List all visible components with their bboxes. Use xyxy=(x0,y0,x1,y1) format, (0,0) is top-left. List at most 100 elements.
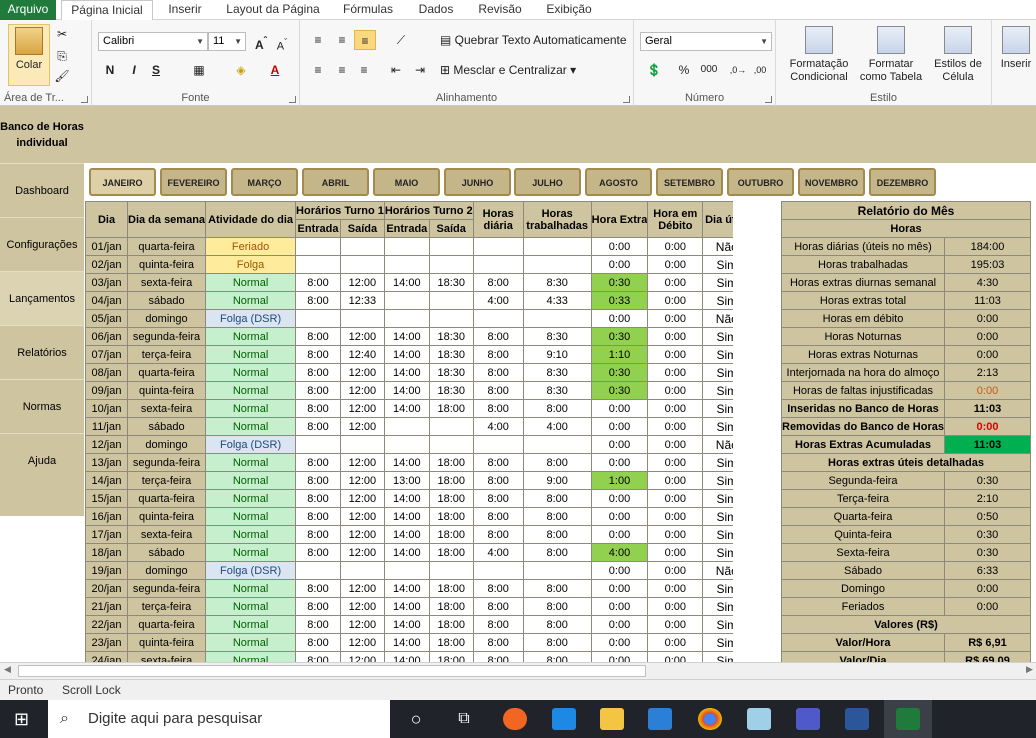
scroll-thumb[interactable] xyxy=(18,665,646,677)
excel-taskbar-active[interactable] xyxy=(884,700,932,738)
underline-button[interactable]: S xyxy=(148,60,164,80)
report-label[interactable]: Horas de faltas injustificadas xyxy=(781,381,945,400)
cell-dia-semana[interactable]: terça-feira xyxy=(126,471,207,490)
cell-atividade[interactable]: Normal xyxy=(205,597,297,616)
cell-horas-trabalhadas[interactable]: 4:00 xyxy=(522,417,592,436)
thousands-button[interactable]: 000 xyxy=(698,60,720,80)
decrease-decimal-icon[interactable]: ,00 xyxy=(750,60,770,80)
cell-dia-semana[interactable]: segunda-feira xyxy=(126,579,207,598)
cell-saida1[interactable]: 12:00 xyxy=(339,489,385,508)
header-dia-semana[interactable]: Dia da semana xyxy=(126,201,207,238)
cell-dia[interactable]: 03/jan xyxy=(85,273,128,292)
report-label[interactable]: Removidas do Banco de Horas xyxy=(781,417,945,436)
cell-entrada2[interactable]: 14:00 xyxy=(383,615,430,634)
cell-entrada2[interactable] xyxy=(383,291,430,310)
report-label[interactable]: Horas extras total xyxy=(781,291,945,310)
shrink-font-icon[interactable]: Aˇ xyxy=(274,32,290,53)
cell-dia-semana[interactable]: terça-feira xyxy=(126,597,207,616)
font-color-icon[interactable]: A xyxy=(264,60,286,80)
cut-icon[interactable]: ✂ xyxy=(54,24,70,44)
cell-entrada2[interactable]: 14:00 xyxy=(383,651,430,662)
cell-dia[interactable]: 13/jan xyxy=(85,453,128,472)
cell-horas-diaria[interactable]: 8:00 xyxy=(472,381,524,400)
cell-hora-debito[interactable]: 0:00 xyxy=(647,327,704,346)
cell-dia[interactable]: 18/jan xyxy=(85,543,128,562)
cell-horas-trabalhadas[interactable]: 8:00 xyxy=(522,489,592,508)
report-value[interactable]: 184:00 xyxy=(944,237,1031,256)
alignment-launcher-icon[interactable] xyxy=(623,96,630,103)
cell-hora-debito[interactable]: 0:00 xyxy=(647,651,704,662)
cell-atividade[interactable]: Normal xyxy=(205,327,297,346)
cell-atividade[interactable]: Normal xyxy=(205,471,297,490)
tab-pagina-inicial[interactable]: Página Inicial xyxy=(61,0,153,21)
cell-hora-extra[interactable]: 0:30 xyxy=(590,381,649,400)
cell-hora-debito[interactable]: 0:00 xyxy=(647,561,704,580)
month-tab-0[interactable]: JANEIRO xyxy=(89,168,156,196)
cell-saida1[interactable]: 12:00 xyxy=(339,597,385,616)
month-tab-2[interactable]: MARÇO xyxy=(231,168,298,196)
cell-hora-extra[interactable]: 0:30 xyxy=(590,327,649,346)
cell-entrada2[interactable]: 14:00 xyxy=(383,453,430,472)
cell-saida1[interactable]: 12:00 xyxy=(339,363,385,382)
cell-hora-extra[interactable]: 0:00 xyxy=(590,255,649,274)
cell-saida2[interactable]: 18:00 xyxy=(428,651,474,662)
cell-horas-diaria[interactable]: 8:00 xyxy=(472,363,524,382)
month-tab-10[interactable]: NOVEMBRO xyxy=(798,168,865,196)
cell-entrada1[interactable]: 8:00 xyxy=(295,399,341,418)
cell-horas-trabalhadas[interactable]: 8:30 xyxy=(522,381,592,400)
report-value-amount[interactable]: R$ 6,91 xyxy=(944,633,1031,652)
cell-entrada2[interactable]: 14:00 xyxy=(383,525,430,544)
scroll-right-icon[interactable]: ▶ xyxy=(1026,664,1033,675)
cell-dia-semana[interactable]: domingo xyxy=(126,435,207,454)
cell-hora-debito[interactable]: 0:00 xyxy=(647,237,704,256)
report-value-amount[interactable]: R$ 69,09 xyxy=(944,651,1031,662)
month-tab-1[interactable]: FEVEREIRO xyxy=(160,168,227,196)
cell-saida2[interactable]: 18:00 xyxy=(428,633,474,652)
cell-hora-extra[interactable]: 0:00 xyxy=(590,489,649,508)
cell-saida1[interactable]: 12:00 xyxy=(339,417,385,436)
cell-horas-diaria[interactable]: 4:00 xyxy=(472,543,524,562)
tab-arquivo[interactable]: Arquivo xyxy=(0,0,56,20)
cell-entrada1[interactable]: 8:00 xyxy=(295,651,341,662)
cell-saida1[interactable]: 12:00 xyxy=(339,327,385,346)
cell-horas-diaria[interactable] xyxy=(472,255,524,274)
cell-hora-debito[interactable]: 0:00 xyxy=(647,273,704,292)
cell-horas-trabalhadas[interactable]: 8:00 xyxy=(522,579,592,598)
report-value[interactable]: 2:13 xyxy=(944,363,1031,382)
cell-dia-semana[interactable]: segunda-feira xyxy=(126,453,207,472)
cell-entrada1[interactable]: 8:00 xyxy=(295,597,341,616)
cell-entrada2[interactable]: 14:00 xyxy=(383,381,430,400)
cell-entrada2[interactable]: 14:00 xyxy=(383,327,430,346)
cell-saida1[interactable]: 12:00 xyxy=(339,471,385,490)
cell-atividade[interactable]: Normal xyxy=(205,291,297,310)
cell-dia[interactable]: 24/jan xyxy=(85,651,128,662)
cell-horas-diaria[interactable] xyxy=(472,309,524,328)
cell-atividade[interactable]: Normal xyxy=(205,615,297,634)
chrome-icon[interactable] xyxy=(698,708,722,730)
cell-atividade[interactable]: Normal xyxy=(205,273,297,292)
cell-hora-debito[interactable]: 0:00 xyxy=(647,363,704,382)
italic-button[interactable]: I xyxy=(126,60,142,80)
merge-center-button[interactable]: ⊞ Mesclar e Centralizar ▾ xyxy=(440,60,590,80)
tab-formulas[interactable]: Fórmulas xyxy=(336,0,400,20)
cell-horas-diaria[interactable]: 8:00 xyxy=(472,399,524,418)
cell-dia-semana[interactable]: domingo xyxy=(126,309,207,328)
cell-hora-debito[interactable]: 0:00 xyxy=(647,525,704,544)
cell-entrada2[interactable]: 14:00 xyxy=(383,489,430,508)
cell-atividade[interactable]: Normal xyxy=(205,489,297,508)
cell-horas-diaria[interactable]: 8:00 xyxy=(472,273,524,292)
header-saida[interactable]: Saída xyxy=(339,219,385,238)
cell-saida1[interactable]: 12:00 xyxy=(339,273,385,292)
report-value[interactable]: 0:00 xyxy=(944,309,1031,328)
cell-entrada2[interactable]: 13:00 xyxy=(383,471,430,490)
cell-entrada2[interactable] xyxy=(383,309,430,328)
cell-hora-extra[interactable]: 0:00 xyxy=(590,453,649,472)
cell-horas-diaria[interactable]: 8:00 xyxy=(472,633,524,652)
cell-dia[interactable]: 21/jan xyxy=(85,597,128,616)
cell-horas-diaria[interactable]: 8:00 xyxy=(472,507,524,526)
cell-atividade[interactable]: Normal xyxy=(205,399,297,418)
cell-hora-extra[interactable]: 0:00 xyxy=(590,525,649,544)
cell-horas-trabalhadas[interactable]: 8:00 xyxy=(522,543,592,562)
cell-saida1[interactable]: 12:00 xyxy=(339,381,385,400)
month-tab-4[interactable]: MAIO xyxy=(373,168,440,196)
